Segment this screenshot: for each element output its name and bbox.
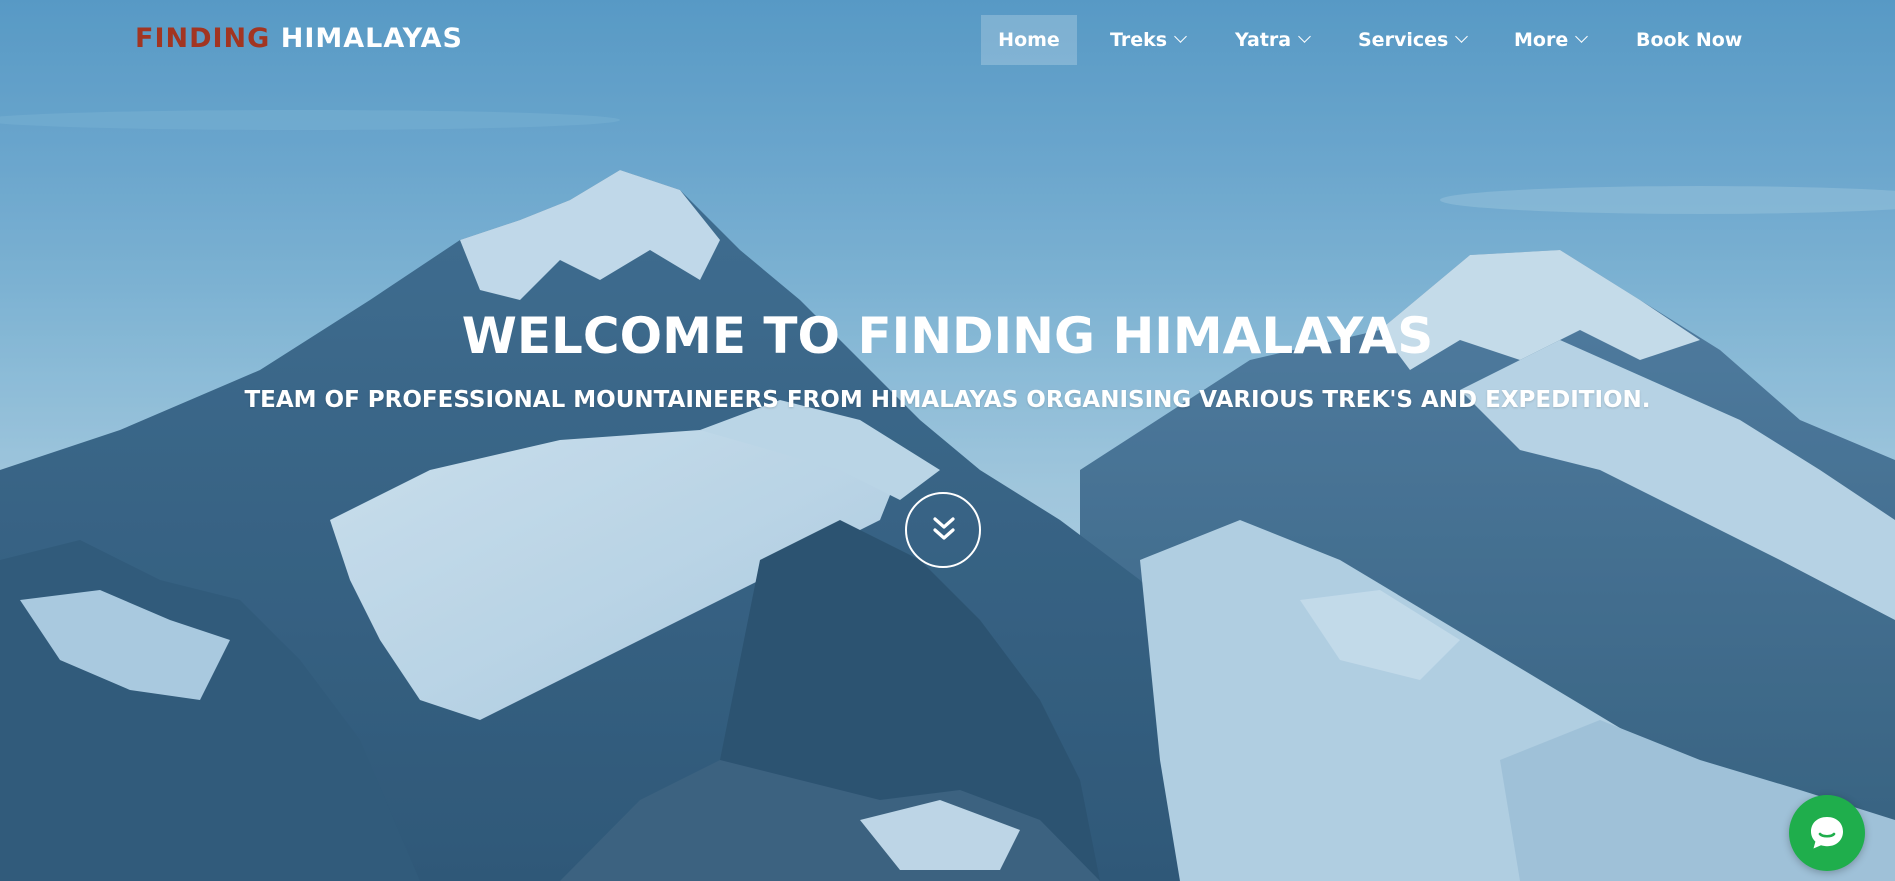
nav-item-label: Yatra	[1235, 29, 1292, 51]
chat-widget-button[interactable]	[1789, 795, 1865, 871]
top-navbar: FINDING HIMALAYAS Home Treks Yatra Servi…	[0, 0, 1895, 80]
nav-item-treks[interactable]: Treks	[1110, 15, 1187, 65]
double-chevron-down-icon	[933, 517, 955, 540]
chevron-down-icon	[1298, 30, 1311, 43]
site-logo[interactable]: FINDING HIMALAYAS	[135, 22, 463, 56]
chevron-down-icon	[1575, 30, 1589, 43]
blue-overlay	[0, 0, 1895, 881]
chat-bubble-icon	[1811, 817, 1843, 849]
logo-text-finding: FINDING	[135, 23, 271, 54]
nav-item-yatra[interactable]: Yatra	[1235, 15, 1311, 65]
hero-title: WELCOME TO FINDING HIMALAYAS	[461, 307, 1434, 365]
nav-item-more[interactable]: More	[1514, 15, 1589, 65]
nav-item-home[interactable]: Home	[981, 15, 1077, 65]
nav-item-book-now[interactable]: Book Now	[1636, 15, 1742, 65]
chevron-down-icon	[1174, 30, 1187, 43]
nav-item-label: Treks	[1110, 29, 1168, 51]
logo-text-himalayas: HIMALAYAS	[280, 23, 463, 54]
nav-item-services[interactable]: Services	[1358, 15, 1469, 65]
nav-item-label: Book Now	[1636, 29, 1743, 51]
nav-item-label: Home	[998, 29, 1060, 51]
chevron-down-icon	[1455, 30, 1469, 43]
hero-subtitle: TEAM OF PROFESSIONAL MOUNTAINEERS FROM H…	[244, 387, 1651, 413]
nav-item-label: Services	[1358, 29, 1449, 51]
nav-item-label: More	[1514, 29, 1569, 51]
scroll-down-button[interactable]	[905, 492, 981, 568]
hero-section: FINDING HIMALAYAS Home Treks Yatra Servi…	[0, 0, 1895, 881]
